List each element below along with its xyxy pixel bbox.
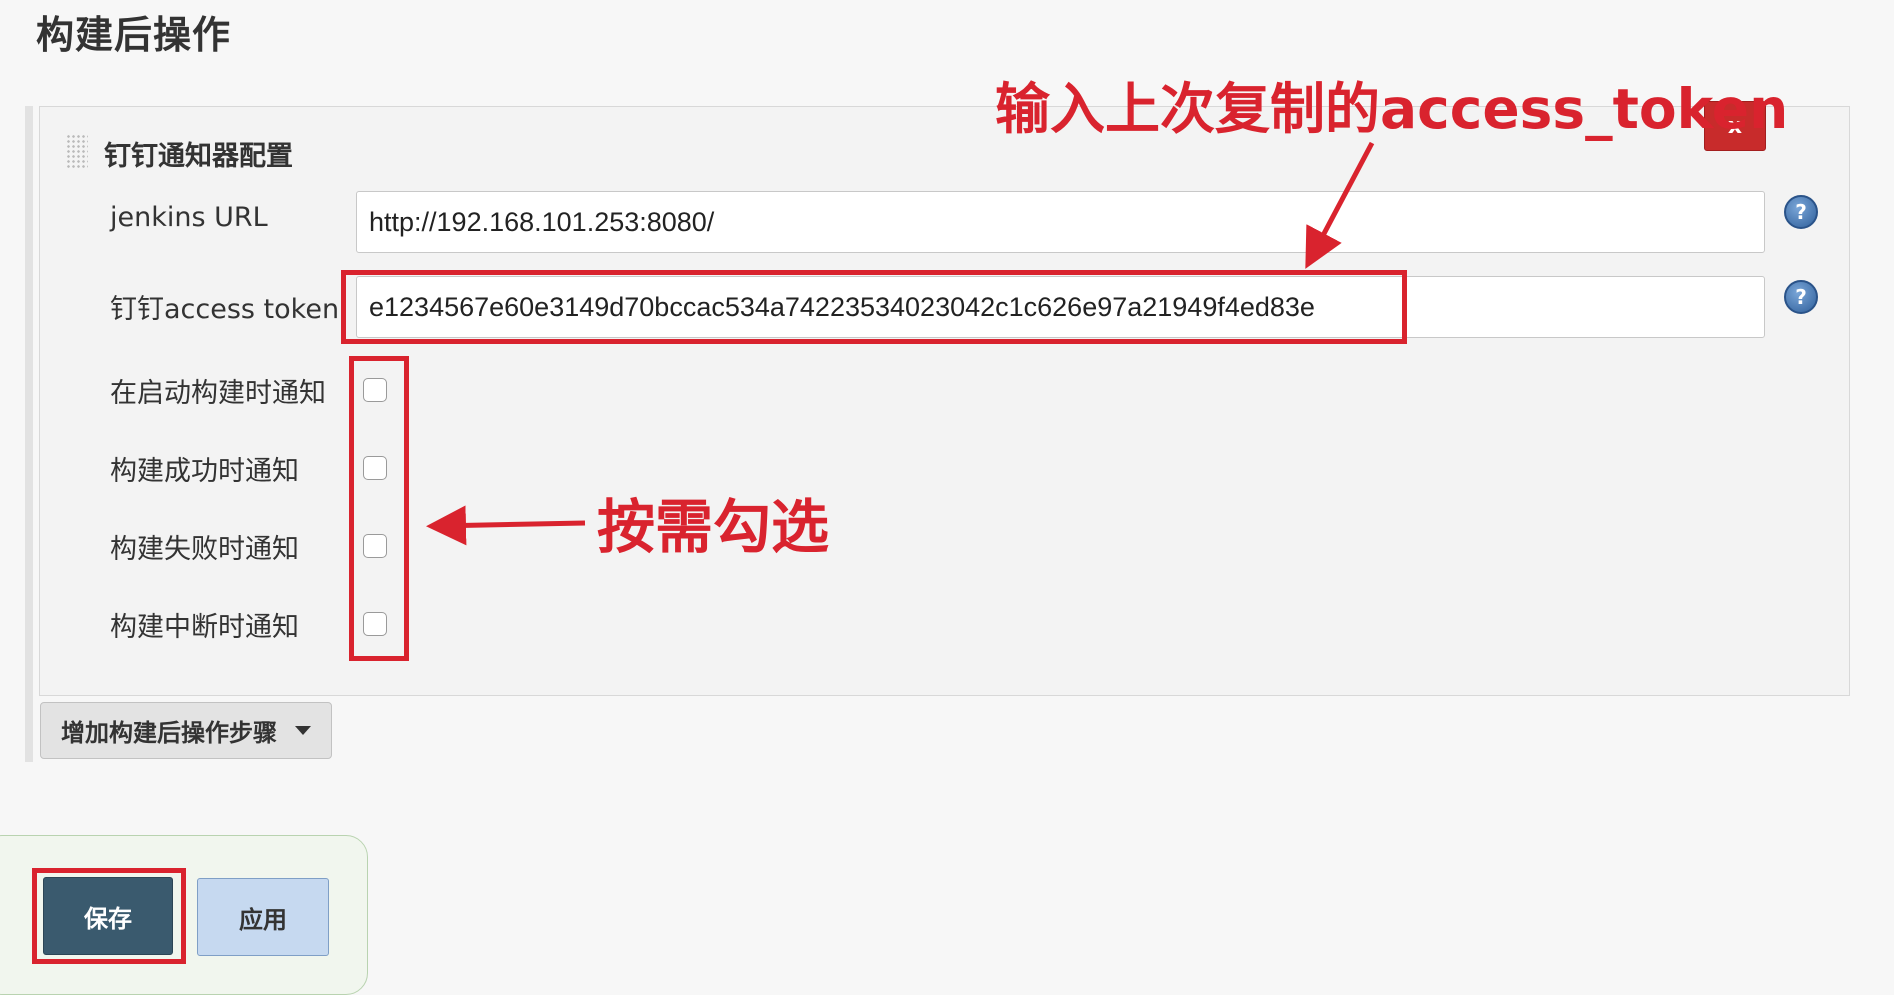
section-left-rule [25,106,33,762]
annotation-token-highlight-box [341,270,1407,344]
access-token-label: 钉钉access token [110,294,340,325]
annotation-token-hint: 输入上次复制的access_token [995,77,1789,141]
help-icon[interactable]: ? [1784,195,1818,229]
apply-button[interactable]: 应用 [197,878,329,956]
notify-on-start-label: 在启动构建时通知 [110,378,326,409]
drag-handle-icon[interactable] [66,134,88,170]
add-post-build-step-button[interactable]: 增加构建后操作步骤 [40,702,332,759]
jenkins-url-label: jenkins URL [110,202,268,233]
panel-title: 钉钉通知器配置 [104,141,293,172]
annotation-checkbox-highlight-box [349,356,409,661]
notify-on-success-label: 构建成功时通知 [110,456,299,487]
help-icon[interactable]: ? [1784,280,1818,314]
annotation-checkbox-hint: 按需勾选 [597,493,830,561]
notify-on-failure-label: 构建失败时通知 [110,534,299,565]
jenkins-url-input[interactable] [356,191,1765,253]
add-post-build-step-label: 增加构建后操作步骤 [61,719,277,747]
notify-on-abort-label: 构建中断时通知 [110,612,299,643]
caret-down-icon [295,726,311,735]
section-title: 构建后操作 [36,13,232,57]
annotation-save-highlight-box [32,868,186,964]
